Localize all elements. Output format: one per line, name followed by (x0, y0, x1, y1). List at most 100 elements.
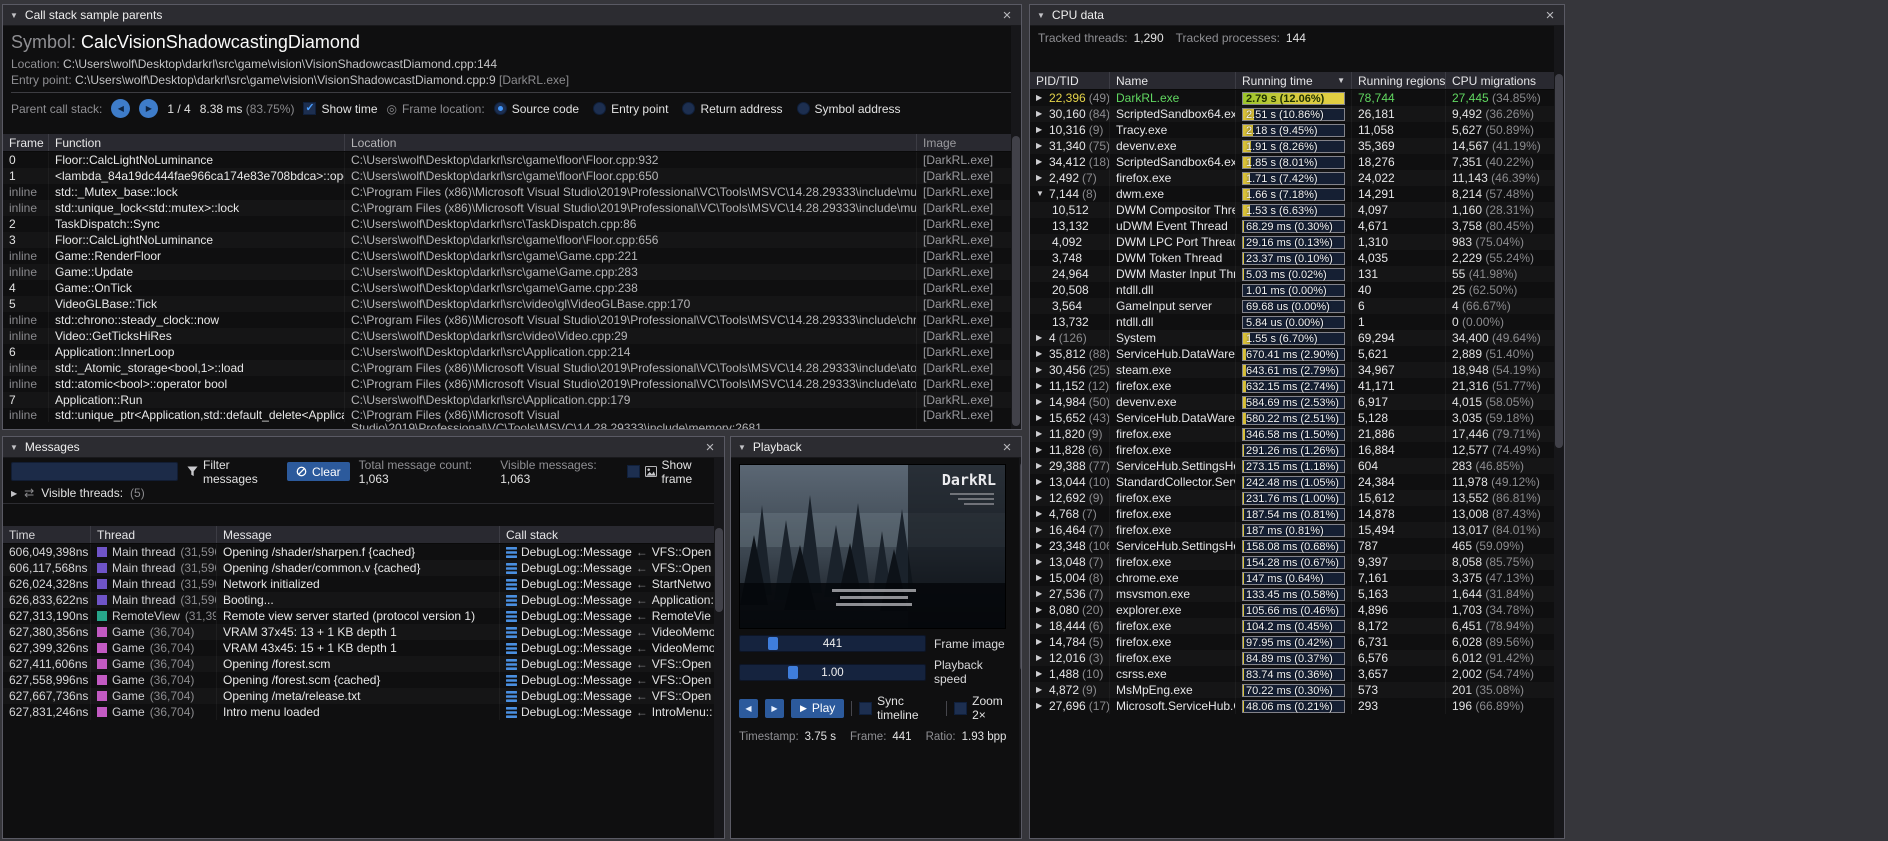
expand-tree-icon[interactable]: ▶ (1036, 538, 1046, 554)
scrollbar-thumb[interactable] (1020, 462, 1021, 671)
table-row[interactable]: ▶30,456(25)steam.exe643.61 ms (2.79%)34,… (1030, 362, 1554, 378)
messages-titlebar[interactable]: ▼ Messages × (3, 437, 724, 458)
table-row[interactable]: 20,508ntdll.dll1.01 ms (0.00%)4025 (62.5… (1030, 282, 1554, 298)
expand-tree-icon[interactable]: ▶ (1036, 602, 1046, 618)
radio-option[interactable]: Symbol address (797, 102, 901, 116)
callstack-cell[interactable]: DebugLog::Message←VideoMemo (500, 624, 714, 640)
expand-tree-icon[interactable]: ▶ (1036, 122, 1046, 138)
expand-tree-icon[interactable]: ▶ (1036, 138, 1046, 154)
expand-tree-icon[interactable]: ▶ (1036, 666, 1046, 682)
cpu-titlebar[interactable]: ▼ CPU data × (1030, 5, 1564, 26)
messages-scrollbar[interactable] (714, 458, 724, 838)
visible-threads-expander[interactable]: ▶ ⇄ Visible threads: (5) (3, 485, 724, 504)
callstack-cell[interactable]: DebugLog::Message←VFS::Open (500, 672, 714, 688)
table-row[interactable]: inlinestd::atomic<bool>::operator boolC:… (3, 376, 1011, 392)
table-row[interactable]: inlineGame::UpdateC:\Users\wolf\Desktop\… (3, 264, 1011, 280)
expand-tree-icon[interactable]: ▶ (1036, 634, 1046, 650)
scrollbar-thumb[interactable] (1555, 74, 1563, 448)
table-row[interactable]: ▶16,464(7)firefox.exe187 ms (0.81%)15,49… (1030, 522, 1554, 538)
table-row[interactable]: 4Game::OnTickC:\Users\wolf\Desktop\darkr… (3, 280, 1011, 296)
expand-tree-icon[interactable]: ▶ (1036, 554, 1046, 570)
table-row[interactable]: 606,117,568nsMain thread(31,596)Opening … (3, 560, 714, 576)
expand-tree-icon[interactable]: ▶ (1036, 362, 1046, 378)
collapse-icon[interactable]: ▼ (10, 11, 18, 20)
table-row[interactable]: ▶30,160(84)ScriptedSandbox64.exe2.51 s (… (1030, 106, 1554, 122)
table-row[interactable]: inlinestd::unique_ptr<Application,std::d… (3, 408, 1011, 429)
table-row[interactable]: 7Application::RunC:\Users\wolf\Desktop\d… (3, 392, 1011, 408)
table-row[interactable]: 3,748DWM Token Thread23.37 ms (0.10%)4,0… (1030, 250, 1554, 266)
next-frame-button[interactable]: ▶ (765, 699, 784, 718)
table-row[interactable]: ▶8,080(20)explorer.exe105.66 ms (0.46%)4… (1030, 602, 1554, 618)
table-row[interactable]: ▶4,768(7)firefox.exe187.54 ms (0.81%)14,… (1030, 506, 1554, 522)
collapse-icon[interactable]: ▼ (738, 443, 746, 452)
table-row[interactable]: ▶1,488(10)csrss.exe83.74 ms (0.36%)3,657… (1030, 666, 1554, 682)
show-time-checkbox[interactable]: ✓ Show time (303, 102, 377, 116)
callstack-cell[interactable]: DebugLog::Message←Application: (500, 592, 714, 608)
expand-tree-icon[interactable]: ▶ (1036, 154, 1046, 170)
radio-button[interactable] (797, 102, 810, 115)
table-row[interactable]: 627,313,190nsRemoteView(31,392)Remote vi… (3, 608, 714, 624)
table-row[interactable]: ▶27,536(7)msvsmon.exe133.45 ms (0.58%)5,… (1030, 586, 1554, 602)
column-header-cpu-migrations[interactable]: CPU migrations (1446, 72, 1554, 89)
column-header-running-time[interactable]: Running time ▼ (1236, 72, 1352, 89)
table-row[interactable]: ▶11,820(9)firefox.exe346.58 ms (1.50%)21… (1030, 426, 1554, 442)
table-row[interactable]: 24,964DWM Master Input Thread5.03 ms (0.… (1030, 266, 1554, 282)
collapse-icon[interactable]: ▼ (10, 443, 18, 452)
table-row[interactable]: 626,833,622nsMain thread(31,596)Booting.… (3, 592, 714, 608)
table-row[interactable]: ▼7,144(8)dwm.exe1.66 s (7.18%)14,2918,21… (1030, 186, 1554, 202)
expand-tree-icon[interactable]: ▶ (1036, 682, 1046, 698)
table-row[interactable]: ▶14,984(50)devenv.exe584.69 ms (2.53%)6,… (1030, 394, 1554, 410)
table-row[interactable]: ▶13,048(7)firefox.exe154.28 ms (0.67%)9,… (1030, 554, 1554, 570)
prev-callstack-button[interactable]: ◀ (111, 99, 130, 118)
expand-tree-icon[interactable]: ▶ (1036, 442, 1046, 458)
playback-speed-slider[interactable]: 1.00 (739, 664, 926, 681)
expand-tree-icon[interactable]: ▶ (1036, 586, 1046, 602)
callstack-titlebar[interactable]: ▼ Call stack sample parents × (3, 5, 1021, 26)
table-row[interactable]: 6Application::InnerLoopC:\Users\wolf\Des… (3, 344, 1011, 360)
table-row[interactable]: inlinestd::_Atomic_storage<bool,1>::load… (3, 360, 1011, 376)
close-icon[interactable]: × (1000, 8, 1014, 23)
table-row[interactable]: 2TaskDispatch::SyncC:\Users\wolf\Desktop… (3, 216, 1011, 232)
table-row[interactable]: 627,558,996nsGame(36,704)Opening /forest… (3, 672, 714, 688)
callstack-cell[interactable]: DebugLog::Message←StartNetwo (500, 576, 714, 592)
expand-tree-icon[interactable]: ▶ (1036, 346, 1046, 362)
table-row[interactable]: ▶27,696(17)Microsoft.ServiceHub.Co48.06 … (1030, 698, 1554, 714)
expand-tree-icon[interactable]: ▶ (1036, 474, 1046, 490)
table-row[interactable]: 627,667,736nsGame(36,704)Opening /meta/r… (3, 688, 714, 704)
callstack-cell[interactable]: DebugLog::Message←VFS::Open (500, 688, 714, 704)
radio-button[interactable] (682, 102, 695, 115)
expand-tree-icon[interactable]: ▶ (1036, 698, 1046, 714)
table-row[interactable]: ▶11,828(6)firefox.exe291.26 ms (1.26%)16… (1030, 442, 1554, 458)
callstack-cell[interactable]: DebugLog::Message←VideoMemo (500, 640, 714, 656)
expand-tree-icon[interactable]: ▶ (1036, 458, 1046, 474)
expand-tree-icon[interactable]: ▶ (1036, 426, 1046, 442)
table-row[interactable]: inlinestd::chrono::steady_clock::nowC:\P… (3, 312, 1011, 328)
table-row[interactable]: 13,132uDWM Event Thread68.29 ms (0.30%)4… (1030, 218, 1554, 234)
table-row[interactable]: ▶22,396(49)DarkRL.exe2.79 s (12.06%)78,7… (1030, 90, 1554, 106)
table-row[interactable]: ▶12,016(3)firefox.exe84.89 ms (0.37%)6,5… (1030, 650, 1554, 666)
table-row[interactable]: ▶11,152(12)firefox.exe632.15 ms (2.74%)4… (1030, 378, 1554, 394)
expand-tree-icon[interactable]: ▶ (1036, 522, 1046, 538)
radio-option[interactable]: Source code (494, 102, 579, 116)
table-row[interactable]: 10,512DWM Compositor Thread1.53 s (6.63%… (1030, 202, 1554, 218)
expand-tree-icon[interactable]: ▶ (1036, 570, 1046, 586)
table-row[interactable]: 606,049,398nsMain thread(31,596)Opening … (3, 544, 714, 560)
expand-tree-icon[interactable]: ▶ (1036, 170, 1046, 186)
table-row[interactable]: 3Floor::CalcLightNoLuminanceC:\Users\wol… (3, 232, 1011, 248)
collapse-icon[interactable]: ▼ (1037, 11, 1045, 20)
expand-tree-icon[interactable]: ▶ (1036, 650, 1046, 666)
table-row[interactable]: inlineGame::RenderFloorC:\Users\wolf\Des… (3, 248, 1011, 264)
table-row[interactable]: 627,831,246nsGame(36,704)Intro menu load… (3, 704, 714, 720)
clear-button[interactable]: Clear (287, 462, 350, 481)
table-row[interactable]: 0Floor::CalcLightNoLuminanceC:\Users\wol… (3, 152, 1011, 168)
table-row[interactable]: ▶12,692(9)firefox.exe231.76 ms (1.00%)15… (1030, 490, 1554, 506)
expand-tree-icon[interactable]: ▶ (1036, 106, 1046, 122)
table-row[interactable]: 627,399,326nsGame(36,704)VRAM 43x45: 15 … (3, 640, 714, 656)
frame-image-slider[interactable]: 441 (739, 635, 926, 652)
table-row[interactable]: 626,024,328nsMain thread(31,596)Network … (3, 576, 714, 592)
callstack-cell[interactable]: DebugLog::Message←RemoteVie (500, 608, 714, 624)
next-callstack-button[interactable]: ▶ (139, 99, 158, 118)
table-row[interactable]: 1<lambda_84a19dc444fae966ca174e83e708bdc… (3, 168, 1011, 184)
table-row[interactable]: ▶31,340(75)devenv.exe1.91 s (8.26%)35,36… (1030, 138, 1554, 154)
expand-tree-icon[interactable]: ▶ (1036, 378, 1046, 394)
